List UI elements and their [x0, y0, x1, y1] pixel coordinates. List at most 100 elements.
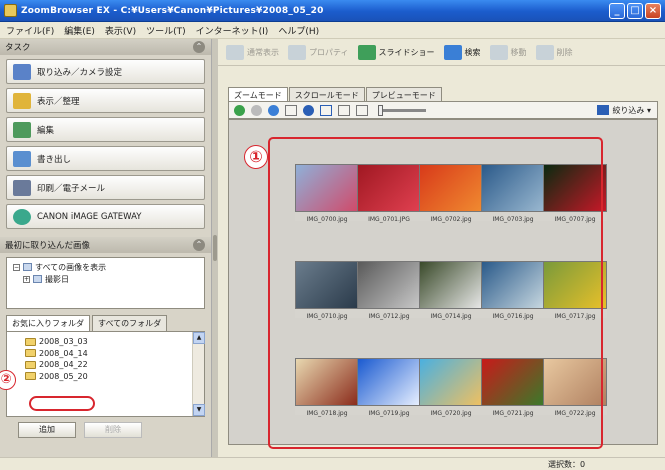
menu-tools[interactable]: ツール(T)	[146, 24, 186, 37]
task-edit-label: 編集	[37, 125, 55, 136]
folder-icon	[25, 360, 36, 369]
maximize-button[interactable]: □	[627, 3, 643, 19]
task-canon-gateway-button[interactable]: CANON iMAGE GATEWAY	[6, 204, 205, 229]
menu-internet[interactable]: インターネット(I)	[196, 24, 269, 37]
add-folder-button[interactable]: 追加	[18, 422, 76, 438]
annotation-one: ①	[244, 145, 268, 169]
gateway-icon	[13, 208, 31, 225]
calendar-icon	[33, 275, 42, 283]
folder-item[interactable]: 2008_04_14	[25, 348, 204, 360]
task-import-label: 取り込み／カメラ設定	[37, 67, 123, 78]
app-icon	[4, 4, 17, 17]
splitter-grip[interactable]	[213, 235, 217, 261]
task-print-email-label: 印刷／電子メール	[37, 183, 106, 194]
task-view-organize-label: 表示／整理	[37, 96, 80, 107]
task-canon-gateway-label: CANON iMAGE GATEWAY	[37, 211, 142, 222]
view-icon	[226, 44, 244, 60]
recent-section-title: 最初に取り込んだ画像	[5, 241, 91, 251]
task-section-header: タスク ⌃	[0, 39, 211, 55]
recent-tree: − すべての画像を表示 + 撮影日	[6, 257, 205, 309]
zoom-slider[interactable]	[378, 104, 426, 116]
collapse-icon[interactable]: ⌃	[193, 239, 205, 251]
folder-icon	[25, 337, 36, 346]
toolbar-label: 通常表示	[247, 47, 279, 57]
tab-all-folders[interactable]: すべてのフォルダ	[92, 315, 168, 331]
toolbar-delete[interactable]: 削除	[535, 44, 573, 60]
menu-file[interactable]: ファイル(F)	[6, 24, 54, 37]
main-panel: 通常表示 プロパティ スライドショー 検索 移動 削除 ズームモード スクロール…	[218, 39, 665, 457]
delete-folder-button[interactable]: 削除	[84, 422, 142, 438]
selection-count: 選択数：0	[548, 460, 586, 469]
up-icon[interactable]	[268, 104, 279, 116]
zoom-slider-thumb[interactable]	[378, 104, 383, 116]
camera-icon	[13, 63, 31, 80]
filter-icon	[597, 105, 610, 115]
toolbar-search[interactable]: 検索	[443, 44, 481, 60]
task-section-title: タスク	[5, 43, 31, 53]
fit-icon[interactable]	[356, 104, 368, 116]
close-button[interactable]: ×	[645, 3, 661, 19]
folder-item-selected[interactable]: 2008_05_20	[25, 371, 204, 383]
folder-item[interactable]: 2008_03_03	[25, 336, 204, 348]
scroll-down-icon[interactable]: ▼	[193, 404, 205, 416]
image-folder-icon	[23, 263, 32, 271]
folder-icon	[25, 349, 36, 358]
select-icon[interactable]	[285, 104, 297, 116]
toolbar-move[interactable]: 移動	[489, 44, 527, 60]
minimize-button[interactable]: _	[609, 3, 625, 19]
toolbar-label: スライドショー	[378, 47, 435, 57]
search-icon	[443, 44, 462, 60]
menu-edit[interactable]: 編集(E)	[64, 24, 95, 37]
selected-folder-highlight	[29, 396, 95, 411]
forward-icon[interactable]	[251, 104, 262, 116]
task-print-email-button[interactable]: 印刷／電子メール	[6, 175, 205, 200]
menu-help[interactable]: ヘルプ(H)	[278, 24, 319, 37]
collapse-icon[interactable]: ⌃	[193, 41, 205, 53]
menu-bar: ファイル(F) 編集(E) 表示(V) ツール(T) インターネット(I) ヘル…	[0, 22, 665, 39]
properties-icon	[288, 44, 306, 60]
folder-item-label: 2008_05_20	[39, 371, 88, 381]
annotation-two: ②	[0, 370, 16, 390]
filter-button[interactable]: 絞り込み ▾	[597, 105, 651, 116]
view-toolbar: 絞り込み ▾	[228, 101, 658, 119]
tree-toggle[interactable]: −	[13, 263, 20, 271]
tree-item-label: すべての画像を表示	[35, 262, 107, 272]
task-edit-button[interactable]: 編集	[6, 117, 205, 142]
folder-list-scrollbar[interactable]: ▲ ▼	[192, 332, 205, 416]
folder-item-label: 2008_04_14	[39, 348, 88, 358]
move-icon	[489, 44, 508, 60]
tree-toggle[interactable]: +	[23, 275, 30, 283]
window-title: ZoomBrowser EX - C:¥Users¥Canon¥Pictures…	[21, 5, 324, 16]
folder-icon	[25, 372, 36, 381]
toolbar-slideshow[interactable]: スライドショー	[357, 44, 435, 60]
title-bar: ZoomBrowser EX - C:¥Users¥Canon¥Pictures…	[0, 0, 665, 22]
back-icon[interactable]	[234, 104, 245, 116]
task-export-label: 書き出し	[37, 154, 72, 165]
toolbar-normal-view[interactable]: 通常表示	[226, 44, 279, 60]
task-view-organize-button[interactable]: 表示／整理	[6, 88, 205, 113]
menu-view[interactable]: 表示(V)	[105, 24, 136, 37]
status-bar: 選択数：0	[0, 457, 665, 470]
thumbnail-highlight-frame	[268, 137, 603, 449]
trash-icon	[535, 44, 554, 60]
toolbar-label: 移動	[510, 47, 527, 57]
export-icon	[13, 150, 31, 167]
scroll-up-icon[interactable]: ▲	[193, 332, 205, 344]
info-icon[interactable]	[303, 104, 314, 116]
filter-label: 絞り込み ▾	[612, 105, 651, 115]
task-export-button[interactable]: 書き出し	[6, 146, 205, 171]
toolbar-properties[interactable]: プロパティ	[288, 44, 349, 60]
toolbar-label: 検索	[464, 47, 481, 57]
tree-item-shoot-date[interactable]: + 撮影日	[13, 273, 198, 285]
folder-item[interactable]: 2008_04_22	[25, 359, 204, 371]
task-import-button[interactable]: 取り込み／カメラ設定	[6, 59, 205, 84]
tree-item-label: 撮影日	[45, 274, 69, 284]
cursor-icon[interactable]	[320, 104, 332, 116]
folder-tabs: お気に入りフォルダ すべてのフォルダ	[6, 315, 205, 331]
slideshow-icon	[357, 44, 376, 60]
rotate-icon[interactable]	[338, 104, 350, 116]
left-panel: タスク ⌃ 取り込み／カメラ設定 表示／整理 編集 書き出し 印刷／電子メール …	[0, 39, 212, 457]
tree-item-all-images[interactable]: − すべての画像を表示	[13, 261, 198, 273]
toolbar-label: 削除	[556, 47, 573, 57]
tab-favorite-folders[interactable]: お気に入りフォルダ	[6, 315, 90, 331]
